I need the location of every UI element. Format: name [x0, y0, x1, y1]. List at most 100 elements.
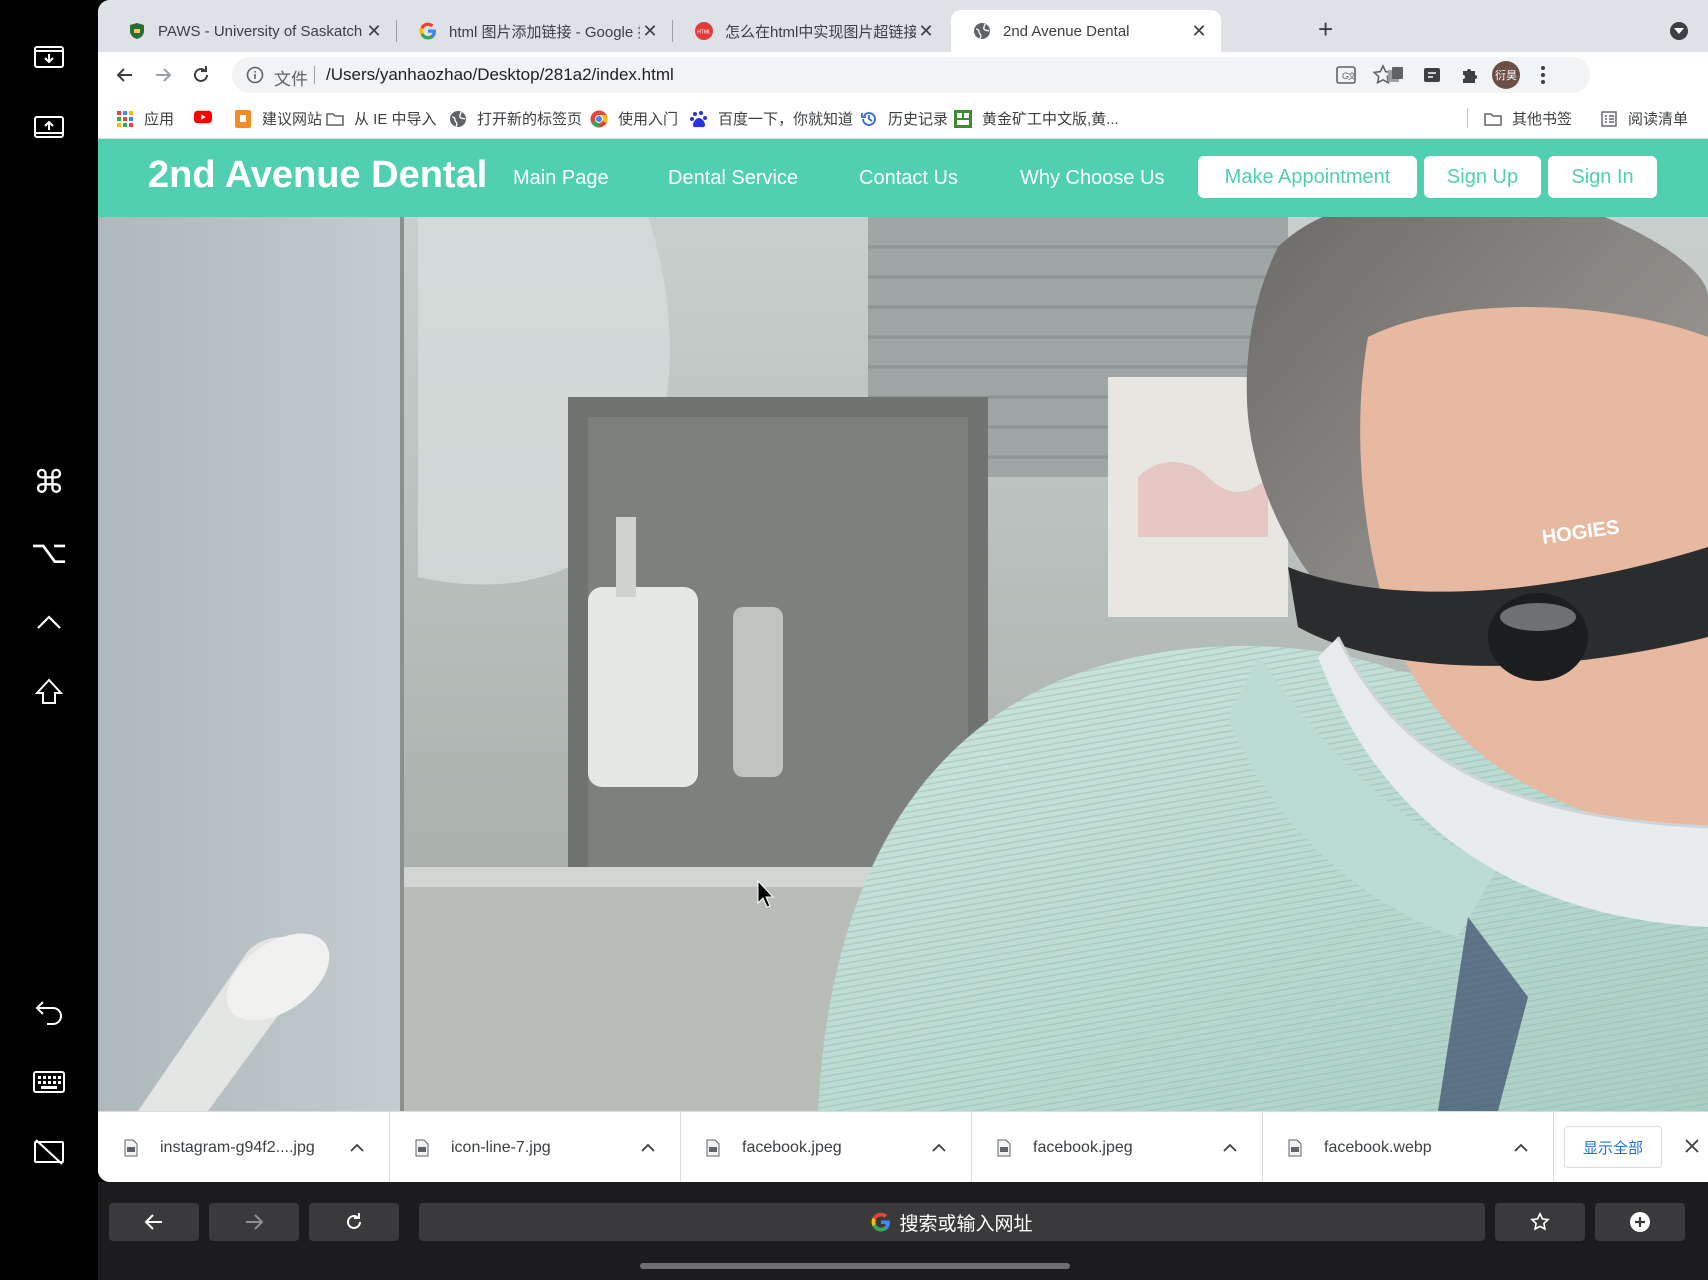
tab-title: 2nd Avenue Dental — [1003, 22, 1130, 40]
bottom-new-tab-button[interactable] — [1595, 1203, 1685, 1241]
bookmark-suggested-sites[interactable]: 建议网站 — [234, 108, 322, 129]
command-key-icon[interactable]: ⌘ — [29, 462, 69, 502]
bookmark-getting-started[interactable]: 使用入门 — [590, 108, 678, 129]
info-icon[interactable] — [246, 66, 264, 89]
shift-key-icon[interactable] — [29, 672, 69, 712]
bottom-reload-button[interactable] — [309, 1203, 399, 1241]
close-icon[interactable]: ✕ — [640, 21, 660, 42]
file-image-icon — [706, 1139, 722, 1157]
reload-icon[interactable] — [188, 62, 214, 88]
close-icon[interactable] — [1680, 1134, 1704, 1158]
extensions-puzzle-icon[interactable] — [1456, 62, 1482, 88]
chevron-up-icon[interactable] — [1220, 1143, 1240, 1152]
close-icon[interactable]: ✕ — [364, 21, 384, 42]
tab-html-link[interactable]: HTML 怎么在html中实现图片超链接? ✕ — [673, 10, 948, 52]
chrome-icon — [590, 110, 608, 128]
bottom-bookmark-button[interactable] — [1495, 1203, 1585, 1241]
display-off-icon[interactable] — [29, 1132, 69, 1172]
tab-google-search[interactable]: html 图片添加链接 - Google 搜索 ✕ — [397, 10, 672, 52]
extension-grammar-icon[interactable] — [1419, 62, 1445, 88]
tab-2nd-avenue-dental[interactable]: 2nd Avenue Dental ✕ — [951, 10, 1221, 52]
undo-icon[interactable] — [29, 992, 69, 1032]
file-image-icon — [124, 1139, 140, 1157]
bookmark-label: 百度一下，你就知道 — [718, 111, 854, 128]
bottom-forward-button[interactable] — [209, 1203, 299, 1241]
tray-upload-icon[interactable] — [29, 107, 69, 147]
bottom-back-button[interactable] — [109, 1203, 199, 1241]
left-sidebar: ⌘ ⌥ — [0, 0, 98, 1280]
bookmark-import-ie[interactable]: 从 IE 中导入 — [326, 108, 437, 129]
bookmark-label: 阅读清单 — [1628, 111, 1689, 128]
web-page: 2nd Avenue Dental Main Page Dental Servi… — [98, 139, 1708, 1111]
home-indicator[interactable] — [640, 1263, 1070, 1269]
bottom-search-bar[interactable]: 搜索或输入网址 — [419, 1203, 1485, 1241]
bookmark-apps[interactable]: 应用 — [116, 108, 174, 129]
nav-contact-us[interactable]: Contact Us — [859, 167, 958, 190]
site-brand[interactable]: 2nd Avenue Dental — [148, 154, 487, 197]
baidu-icon — [690, 110, 708, 128]
url-scheme-label: 文件 — [274, 70, 308, 89]
html-icon: HTML — [695, 22, 713, 40]
download-item[interactable]: icon-line-7.jpg — [389, 1112, 681, 1182]
dentist-photo: HOGIES — [98, 217, 1708, 1111]
bookmark-gold-miner[interactable]: 黄金矿工中文版,黄... — [954, 108, 1119, 129]
url-text[interactable]: /Users/yanhaozhao/Desktop/281a2/index.ht… — [326, 65, 674, 85]
bookmark-label: 使用入门 — [618, 111, 679, 128]
chevron-up-icon[interactable] — [347, 1143, 367, 1152]
bookmark-label: 黄金矿工中文版,黄... — [982, 111, 1119, 128]
tab-search-icon[interactable] — [1670, 22, 1688, 40]
new-tab-button[interactable]: + — [1318, 14, 1333, 45]
nav-dental-service[interactable]: Dental Service — [668, 167, 798, 190]
bookmark-new-tab[interactable]: 打开新的标签页 — [449, 108, 582, 129]
translate-icon[interactable]: G文 — [1336, 65, 1356, 90]
google-icon — [419, 22, 437, 40]
sign-up-button[interactable]: Sign Up — [1424, 156, 1541, 198]
menu-kebab-icon[interactable] — [1530, 62, 1556, 88]
download-item[interactable]: facebook.jpeg — [680, 1112, 972, 1182]
extension-copy-icon[interactable] — [1382, 62, 1408, 88]
close-icon[interactable]: ✕ — [1189, 21, 1209, 42]
bookmark-baidu[interactable]: 百度一下，你就知道 — [690, 108, 853, 129]
download-filename: facebook.webp — [1324, 1138, 1432, 1156]
download-item[interactable]: instagram-g94f2....jpg — [98, 1112, 390, 1182]
tab-title: html 图片添加链接 - Google 搜索 — [449, 23, 640, 41]
nav-why-choose-us[interactable]: Why Choose Us — [1020, 167, 1165, 190]
tab-title: 怎么在html中实现图片超链接? — [725, 23, 916, 41]
file-image-icon — [997, 1139, 1013, 1157]
download-item[interactable]: facebook.jpeg — [971, 1112, 1263, 1182]
bookmark-reading-list[interactable]: 阅读清单 — [1600, 108, 1688, 129]
tray-download-icon[interactable] — [29, 37, 69, 77]
download-item[interactable]: facebook.webp — [1262, 1112, 1554, 1182]
keyboard-icon[interactable] — [29, 1062, 69, 1102]
file-image-icon — [415, 1139, 431, 1157]
show-all-downloads-button[interactable]: 显示全部 — [1564, 1126, 1662, 1168]
bookmark-history[interactable]: 历史记录 — [860, 108, 948, 129]
back-arrow-icon[interactable] — [112, 62, 138, 88]
bookmark-label: 从 IE 中导入 — [354, 111, 437, 128]
tab-paws[interactable]: PAWS - University of Saskatch ✕ — [106, 10, 396, 52]
option-key-icon[interactable]: ⌥ — [29, 532, 69, 572]
profile-avatar[interactable]: 衍昊 — [1492, 61, 1520, 89]
svg-text:文: 文 — [1348, 71, 1356, 81]
close-icon[interactable]: ✕ — [916, 21, 936, 42]
sign-in-button[interactable]: Sign In — [1548, 156, 1657, 198]
make-appointment-button[interactable]: Make Appointment — [1198, 156, 1417, 198]
bookmark-label: 应用 — [144, 111, 175, 128]
chevron-up-icon[interactable] — [929, 1143, 949, 1152]
control-key-icon[interactable] — [29, 602, 69, 642]
nav-main-page[interactable]: Main Page — [513, 167, 609, 190]
browser-window: PAWS - University of Saskatch ✕ html 图片添… — [98, 0, 1708, 1182]
site-navbar: 2nd Avenue Dental Main Page Dental Servi… — [98, 139, 1708, 217]
bookmark-other[interactable]: 其他书签 — [1484, 108, 1572, 129]
game-icon — [954, 109, 972, 128]
bookmark-label: 建议网站 — [262, 111, 323, 128]
tab-strip: PAWS - University of Saskatch ✕ html 图片添… — [98, 0, 1708, 52]
chevron-up-icon[interactable] — [638, 1143, 658, 1152]
bookmark-youtube[interactable] — [194, 108, 212, 126]
chevron-up-icon[interactable] — [1511, 1143, 1531, 1152]
folder-icon — [1484, 110, 1502, 128]
download-filename: facebook.jpeg — [742, 1138, 842, 1156]
forward-arrow-icon[interactable] — [150, 62, 176, 88]
tab-title: PAWS - University of Saskatch — [158, 22, 363, 40]
reading-list-icon — [1600, 110, 1618, 128]
